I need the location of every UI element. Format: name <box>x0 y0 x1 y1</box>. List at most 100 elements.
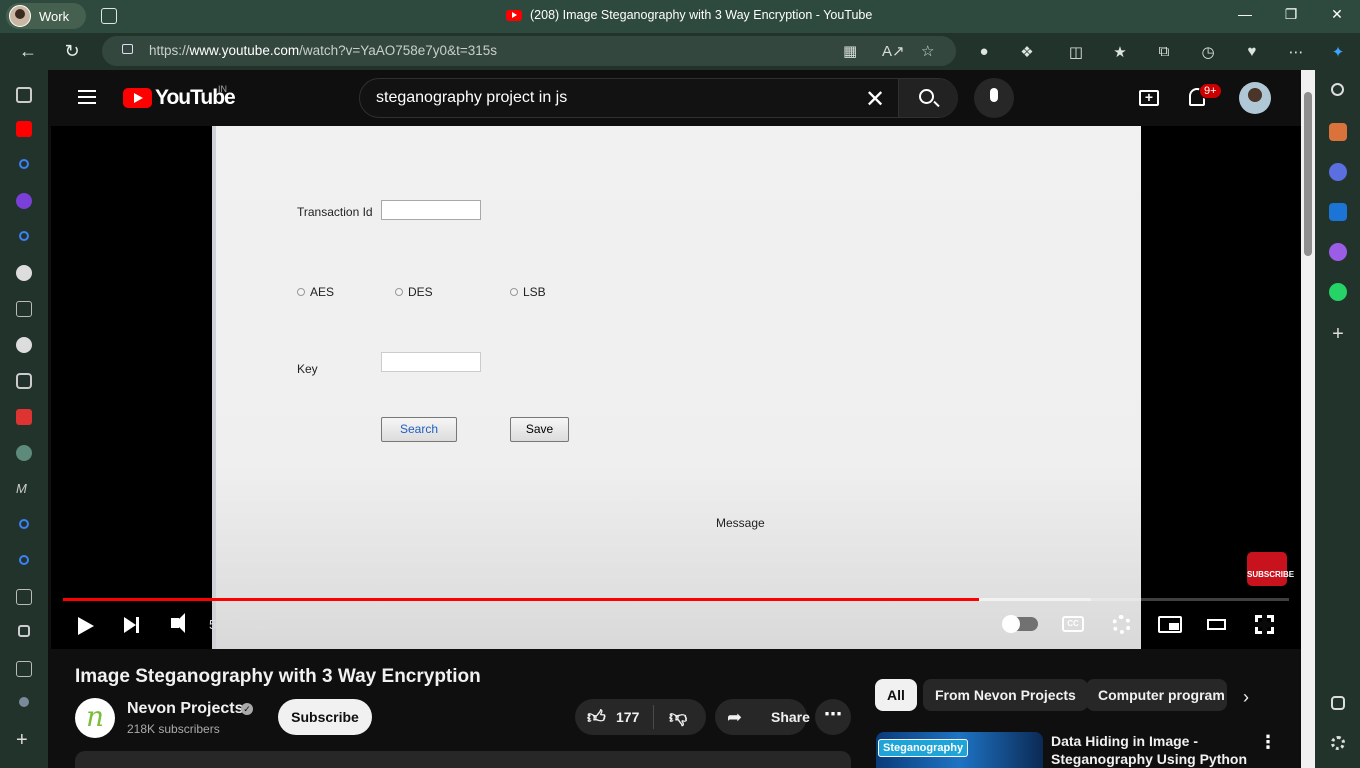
favorite-star-icon[interactable]: ☆ <box>921 42 934 60</box>
chevron-right-icon[interactable]: › <box>1243 687 1249 708</box>
active-tab[interactable]: (208) Image Steganography with 3 Way Enc… <box>506 8 872 22</box>
sidebar-search-icon[interactable] <box>1331 83 1344 96</box>
country-code: IN <box>218 84 227 94</box>
channel-avatar[interactable]: n <box>75 698 115 738</box>
dislike-thumb-icon[interactable]: 👎︎ <box>669 706 687 728</box>
profile-avatar <box>9 5 31 27</box>
sidebar-layout-icon[interactable] <box>1331 696 1345 710</box>
like-count[interactable]: 177 <box>616 709 639 725</box>
youtube-logo[interactable]: YouTube IN <box>123 84 236 110</box>
progress-bar[interactable] <box>63 598 1289 601</box>
description-box[interactable] <box>75 751 851 768</box>
video-title: Image Steganography with 3 Way Encryptio… <box>75 666 481 687</box>
sidebar-copilot-icon[interactable] <box>1329 163 1347 181</box>
profile-label: Work <box>39 8 70 24</box>
channel-name[interactable]: Nevon Projects <box>127 700 243 718</box>
refresh-icon[interactable]: ↻ <box>61 41 83 62</box>
new-tab-icon[interactable]: + <box>16 730 32 750</box>
miniplayer-icon[interactable] <box>1158 616 1182 633</box>
settings-more-icon[interactable]: ⋯ <box>1286 43 1306 61</box>
like-thumb-icon[interactable]: 👍︎ <box>587 706 606 728</box>
play-icon[interactable] <box>78 617 94 635</box>
sidebar-add-icon[interactable]: + <box>1329 324 1347 344</box>
favorites-icon[interactable]: ★ <box>1110 43 1130 61</box>
theater-mode-icon[interactable] <box>1207 619 1226 630</box>
tab-page-icon[interactable] <box>16 301 32 317</box>
search-input[interactable]: steganography project in js <box>376 89 567 107</box>
tab-page-icon[interactable] <box>16 589 32 605</box>
more-actions-button[interactable]: ⋯ <box>815 699 851 735</box>
youtube-play-logo-icon <box>123 88 152 108</box>
sidebar-whatsapp-icon[interactable] <box>1329 283 1347 301</box>
share-button[interactable]: ➦ Share <box>715 699 810 735</box>
tab-udemy-icon[interactable] <box>16 193 32 209</box>
thumbnail-label: Steganography <box>878 739 969 757</box>
chip-from-channel[interactable]: From Nevon Projects <box>923 679 1088 711</box>
scrollbar-thumb[interactable] <box>1304 92 1312 256</box>
chip-all[interactable]: All <box>875 679 917 711</box>
tab-github-icon[interactable] <box>16 265 32 281</box>
tab-search-icon[interactable] <box>19 159 29 169</box>
tab-app-icon[interactable] <box>18 625 30 637</box>
radio-lsb: LSB <box>510 285 546 299</box>
tab-youtube-icon[interactable] <box>16 121 32 137</box>
read-aloud-icon[interactable]: A↗ <box>882 42 905 60</box>
profile-button[interactable]: Work <box>6 3 86 29</box>
extension-icon[interactable]: ● <box>974 43 994 60</box>
page-scrollbar[interactable] <box>1301 70 1315 768</box>
tab-github-icon[interactable] <box>16 337 32 353</box>
workspaces-icon[interactable] <box>101 8 117 24</box>
sidebar-designer-icon[interactable] <box>1329 243 1347 261</box>
transaction-id-label: Transaction Id <box>297 205 373 219</box>
tab-search-icon[interactable] <box>19 555 29 565</box>
history-icon[interactable]: ◷ <box>1198 43 1218 61</box>
subscribe-button[interactable]: Subscribe <box>278 699 372 735</box>
clear-search-icon[interactable]: ✕ <box>865 85 885 114</box>
extensions-puzzle-icon[interactable]: ❖ <box>1017 43 1037 61</box>
tab-site-icon[interactable] <box>19 697 29 707</box>
split-screen-icon[interactable]: ◫ <box>1066 43 1086 61</box>
address-bar[interactable]: https://www.youtube.com/watch?v=YaAO758e… <box>102 36 956 66</box>
progress-played <box>63 598 979 601</box>
subtitles-icon[interactable]: CC <box>1062 616 1084 632</box>
recommended-more-icon[interactable]: ⋮ <box>1259 732 1277 753</box>
tab-search-icon[interactable] <box>19 231 29 241</box>
tab-medium-icon[interactable]: M <box>16 481 32 497</box>
share-arrow-icon: ➦ <box>727 707 743 727</box>
video-player[interactable]: Transaction Id AES DES LSB Key Search Sa… <box>51 126 1301 649</box>
settings-gear-icon[interactable] <box>1112 615 1131 634</box>
autoplay-toggle[interactable] <box>1002 615 1038 633</box>
recommended-thumbnail[interactable]: Steganography <box>876 732 1043 768</box>
copilot-icon[interactable]: ✦ <box>1328 43 1348 61</box>
voice-search-button[interactable] <box>974 78 1014 118</box>
close-window-icon[interactable]: ✕ <box>1327 6 1347 23</box>
tab-actions-icon[interactable] <box>16 87 32 103</box>
menu-icon[interactable] <box>78 90 96 104</box>
browser-toolbar: ← ↻ https://www.youtube.com/watch?v=YaAO… <box>0 33 1360 70</box>
account-avatar[interactable] <box>1239 82 1271 114</box>
tab-youtube-icon[interactable] <box>16 409 32 425</box>
fullscreen-icon[interactable] <box>1255 615 1274 634</box>
tab-codepen-icon[interactable] <box>16 373 32 389</box>
recommended-title[interactable]: Data Hiding in Image - Steganography Usi… <box>1051 732 1251 768</box>
collections-icon[interactable]: ⧉ <box>1154 43 1174 60</box>
next-video-icon[interactable] <box>124 617 139 633</box>
search-box[interactable]: steganography project in js ✕ <box>359 78 958 118</box>
sidebar-tools-icon[interactable] <box>1329 123 1347 141</box>
search-button[interactable] <box>898 79 958 117</box>
restore-icon[interactable]: ❐ <box>1281 6 1301 23</box>
subscribe-watermark[interactable]: SUBSCRIBE <box>1247 552 1294 586</box>
tab-page-icon[interactable] <box>16 661 32 677</box>
sidebar-outlook-icon[interactable] <box>1329 203 1347 221</box>
create-video-icon[interactable]: + <box>1139 90 1159 106</box>
chip-computer-program[interactable]: Computer program <box>1086 679 1227 711</box>
browser-title-bar: Work (208) Image Steganography with 3 Wa… <box>0 0 1360 33</box>
sidebar-settings-icon[interactable] <box>1331 736 1345 750</box>
volume-icon[interactable] <box>171 613 185 633</box>
performance-icon[interactable]: ♥ <box>1242 43 1262 60</box>
back-icon[interactable]: ← <box>17 41 39 62</box>
app-available-icon[interactable]: ▦ <box>843 42 857 60</box>
tab-search-icon[interactable] <box>19 519 29 529</box>
tab-chatgpt-icon[interactable] <box>16 445 32 461</box>
minimize-icon[interactable]: — <box>1235 6 1255 22</box>
